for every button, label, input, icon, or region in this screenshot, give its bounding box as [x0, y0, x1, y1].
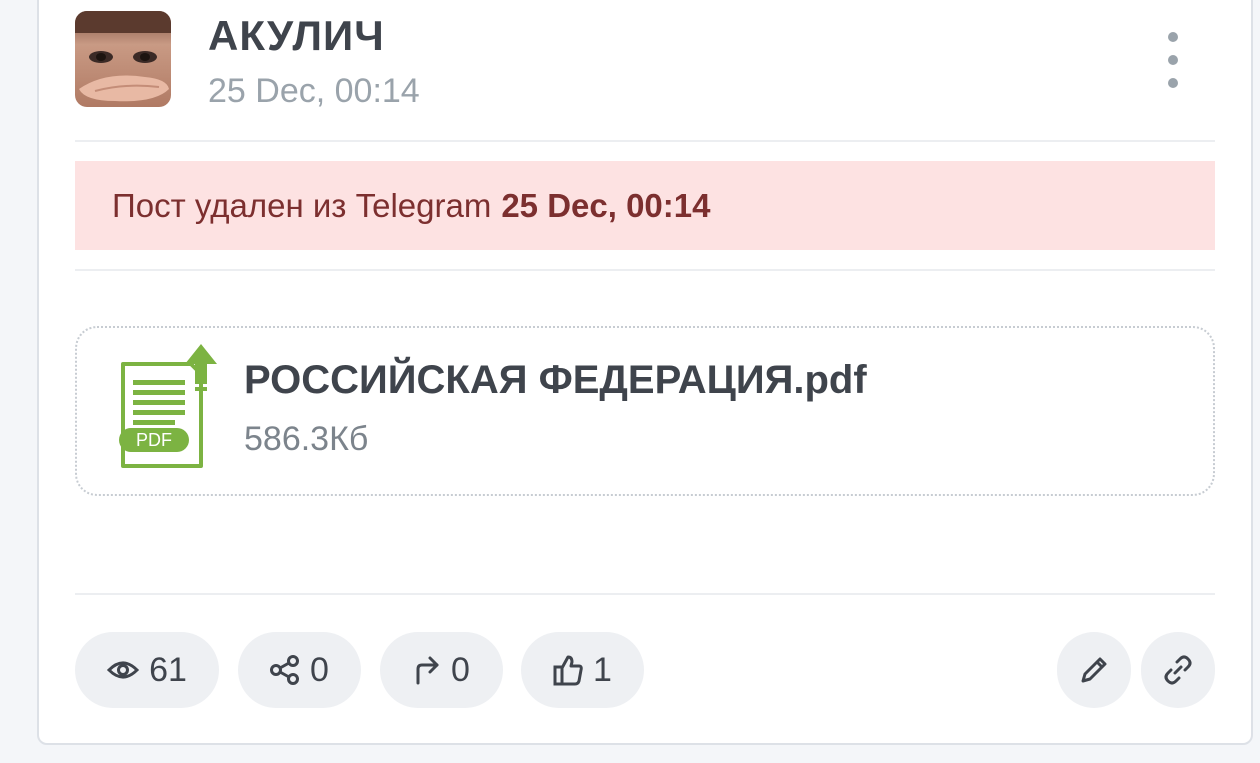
file-name[interactable]: РОССИЙСКАЯ ФЕДЕРАЦИЯ.pdf: [244, 358, 867, 403]
pencil-icon: [1081, 657, 1107, 683]
divider: [75, 593, 1215, 595]
pdf-badge: PDF: [136, 430, 172, 450]
divider: [75, 269, 1215, 271]
views-count: 61: [149, 650, 187, 689]
shares-count: 0: [310, 650, 329, 689]
alert-text: Пост удален из Telegram: [112, 186, 492, 224]
divider: [75, 140, 1215, 142]
thumbs-up-icon: [553, 655, 583, 686]
views-counter[interactable]: 61: [75, 632, 219, 708]
forwards-count: 0: [451, 650, 470, 689]
menu-dot: [1168, 78, 1178, 88]
author-name: АКУЛИЧ: [208, 12, 385, 59]
likes-count: 1: [593, 650, 612, 689]
forward-icon: [416, 656, 439, 685]
edit-button[interactable]: [1057, 632, 1131, 708]
avatar[interactable]: [75, 11, 171, 107]
share-icon: [270, 655, 300, 685]
post-date: 25 Dec, 00:14: [208, 72, 420, 110]
file-size: 586.3Кб: [244, 420, 369, 458]
alert-date: 25 Dec, 00:14: [501, 186, 711, 224]
link-icon: [1164, 655, 1192, 685]
file-attachment[interactable]: PDF РОССИЙСКАЯ ФЕДЕРАЦИЯ.pdf 586.3Кб: [75, 326, 1215, 496]
copy-link-button[interactable]: [1141, 632, 1215, 708]
menu-dot: [1168, 55, 1178, 65]
shares-counter[interactable]: 0: [238, 632, 361, 708]
menu-dot: [1168, 32, 1178, 42]
likes-counter[interactable]: 1: [521, 632, 644, 708]
deleted-alert: Пост удален из Telegram 25 Dec, 00:14: [75, 161, 1215, 250]
eye-icon: [107, 661, 140, 679]
forwards-counter[interactable]: 0: [380, 632, 503, 708]
more-vertical-icon[interactable]: [1155, 32, 1191, 88]
pdf-file-icon: PDF: [117, 344, 219, 477]
